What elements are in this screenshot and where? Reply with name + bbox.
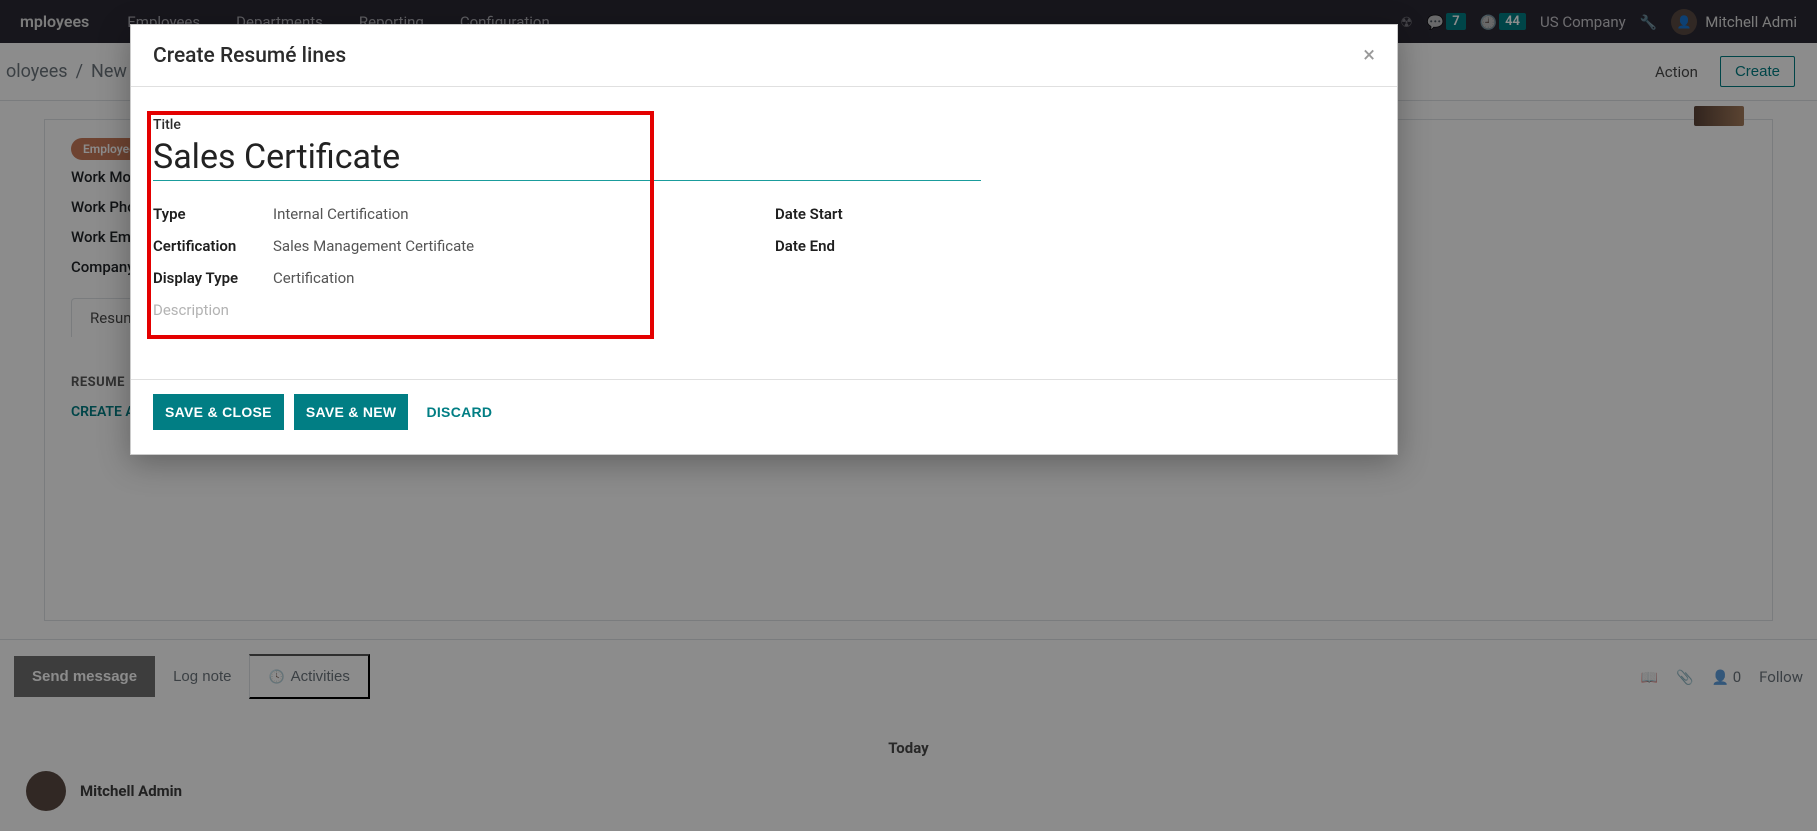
modal-footer: SAVE & CLOSE SAVE & NEW DISCARD xyxy=(131,379,1397,454)
modal-title: Create Resumé lines xyxy=(153,44,346,68)
left-column: Type Internal Certification Certificatio… xyxy=(153,191,759,287)
date-end-label: Date End xyxy=(775,237,895,255)
display-type-label: Display Type xyxy=(153,269,273,287)
save-new-button[interactable]: SAVE & NEW xyxy=(294,394,409,430)
type-label: Type xyxy=(153,205,273,223)
right-column: Date Start Date End xyxy=(775,191,1375,287)
description-input[interactable]: Description xyxy=(153,301,1375,319)
title-input[interactable] xyxy=(153,135,981,181)
resume-line-modal: Create Resumé lines × Title Type Interna… xyxy=(130,24,1398,455)
display-type-value[interactable]: Certification xyxy=(273,269,759,287)
certification-label: Certification xyxy=(153,237,273,255)
modal-header: Create Resumé lines × xyxy=(131,25,1397,87)
save-close-button[interactable]: SAVE & CLOSE xyxy=(153,394,284,430)
type-value[interactable]: Internal Certification xyxy=(273,205,759,223)
certification-value[interactable]: Sales Management Certificate xyxy=(273,237,759,255)
date-start-label: Date Start xyxy=(775,205,895,223)
close-icon[interactable]: × xyxy=(1363,43,1375,68)
discard-button[interactable]: DISCARD xyxy=(418,394,500,430)
title-field-label: Title xyxy=(153,117,1375,133)
modal-body: Title Type Internal Certification Certif… xyxy=(131,87,1397,379)
